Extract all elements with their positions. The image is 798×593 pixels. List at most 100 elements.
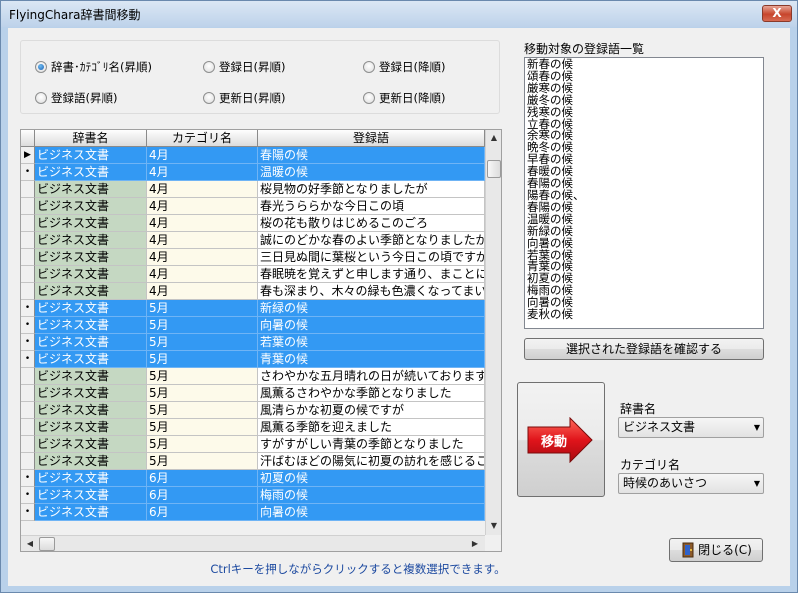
row-indicator[interactable]: [21, 283, 35, 300]
row-indicator[interactable]: [21, 453, 35, 470]
cell-category: 5月: [147, 351, 258, 368]
table-row[interactable]: ビジネス文書 5月 風清らかな初夏の候ですが: [21, 402, 485, 419]
vertical-scroll-thumb[interactable]: [487, 160, 501, 178]
cell-word: 梅雨の候: [258, 487, 485, 504]
row-indicator[interactable]: •: [21, 317, 35, 334]
sort-radio-update-asc[interactable]: 更新日(昇順): [203, 90, 285, 106]
table-row[interactable]: ビジネス文書 4月 春眠暁を覚えずと申します通り、まことに: [21, 266, 485, 283]
grid-horizontal-scrollbar[interactable]: ◀ ▶: [21, 535, 485, 551]
scroll-right-icon[interactable]: ▶: [467, 536, 483, 551]
table-row[interactable]: ビジネス文書 4月 誠にのどかな春のよい季節となりましたが: [21, 232, 485, 249]
app-window: FlyingChara辞書間移動 X 辞書･ｶﾃｺﾞﾘ名(昇順) 登録日(昇順)…: [0, 0, 798, 593]
scroll-corner: [485, 535, 501, 551]
table-row[interactable]: • ビジネス文書 6月 初夏の候: [21, 470, 485, 487]
cell-category: 4月: [147, 249, 258, 266]
row-indicator[interactable]: •: [21, 351, 35, 368]
cell-word: すがすがしい青葉の季節となりました: [258, 436, 485, 453]
table-row[interactable]: ビジネス文書 4月 桜の花も散りはじめるこのごろ: [21, 215, 485, 232]
title-bar[interactable]: FlyingChara辞書間移動 X: [1, 1, 797, 27]
table-row[interactable]: • ビジネス文書 5月 若葉の候: [21, 334, 485, 351]
cell-category: 4月: [147, 266, 258, 283]
table-row[interactable]: • ビジネス文書 6月 向暑の候: [21, 504, 485, 521]
cell-word: 桜の花も散りはじめるこのごろ: [258, 215, 485, 232]
multi-select-hint: Ctrlキーを押しながらクリックすると複数選択できます。: [210, 562, 506, 576]
table-row[interactable]: ビジネス文書 5月 汗ばむほどの陽気に初夏の訪れを感じるこ: [21, 453, 485, 470]
cell-dict-name: ビジネス文書: [35, 181, 147, 198]
grid-body: ▶ ビジネス文書 4月 春陽の候 • ビジネス文書 4月 温暖の候 ビジネス文書 4月 桜見物の好季…: [21, 147, 485, 521]
dest-dict-select[interactable]: ビジネス文書 ▼: [618, 417, 764, 438]
row-indicator[interactable]: •: [21, 487, 35, 504]
chevron-down-icon: ▼: [753, 479, 760, 488]
table-row[interactable]: ビジネス文書 5月 風薫る季節を迎えました: [21, 419, 485, 436]
scroll-left-icon[interactable]: ◀: [22, 536, 38, 551]
row-indicator[interactable]: •: [21, 334, 35, 351]
table-row[interactable]: • ビジネス文書 5月 向暑の候: [21, 317, 485, 334]
sort-radio-regdate-asc[interactable]: 登録日(昇順): [203, 59, 285, 75]
move-button[interactable]: 移動: [517, 382, 605, 497]
table-row[interactable]: ビジネス文書 4月 春光うららかな今日この頃: [21, 198, 485, 215]
table-row[interactable]: ビジネス文書 5月 さわやかな五月晴れの日が続いておりますが: [21, 368, 485, 385]
table-row[interactable]: ビジネス文書 5月 風薫るさわやかな季節となりました: [21, 385, 485, 402]
cell-category: 6月: [147, 487, 258, 504]
table-row[interactable]: • ビジネス文書 5月 新緑の候: [21, 300, 485, 317]
cell-word: 誠にのどかな春のよい季節となりましたが: [258, 232, 485, 249]
table-row[interactable]: • ビジネス文書 6月 梅雨の候: [21, 487, 485, 504]
header-word[interactable]: 登録語: [258, 130, 485, 147]
horizontal-scroll-thumb[interactable]: [39, 537, 55, 551]
table-row[interactable]: • ビジネス文書 5月 青葉の候: [21, 351, 485, 368]
sort-radio-regdate-desc[interactable]: 登録日(降順): [363, 59, 445, 75]
dest-dict-label: 辞書名: [620, 402, 657, 416]
row-indicator[interactable]: [21, 402, 35, 419]
confirm-selected-button[interactable]: 選択された登録語を確認する: [524, 338, 764, 360]
grid-vertical-scrollbar[interactable]: ▲ ▼: [485, 130, 501, 535]
word-grid[interactable]: 辞書名 カテゴリ名 登録語 ▶ ビジネス文書 4月 春陽の候 • ビジネス文書 4月 温暖の候…: [20, 129, 502, 552]
cell-category: 6月: [147, 470, 258, 487]
table-row[interactable]: ビジネス文書 5月 すがすがしい青葉の季節となりました: [21, 436, 485, 453]
row-indicator[interactable]: [21, 198, 35, 215]
row-indicator[interactable]: •: [21, 300, 35, 317]
dest-category-select[interactable]: 時候のあいさつ ▼: [618, 473, 764, 494]
header-dict-name[interactable]: 辞書名: [35, 130, 147, 147]
row-indicator[interactable]: [21, 436, 35, 453]
row-indicator[interactable]: [21, 215, 35, 232]
row-indicator[interactable]: [21, 232, 35, 249]
row-indicator[interactable]: •: [21, 164, 35, 181]
header-category-name[interactable]: カテゴリ名: [147, 130, 258, 147]
cell-category: 5月: [147, 300, 258, 317]
row-indicator[interactable]: [21, 419, 35, 436]
cell-word: 向暑の候: [258, 317, 485, 334]
scroll-up-icon[interactable]: ▲: [486, 130, 501, 146]
row-indicator[interactable]: [21, 385, 35, 402]
row-indicator[interactable]: [21, 181, 35, 198]
sort-radio-dict-category-asc[interactable]: 辞書･ｶﾃｺﾞﾘ名(昇順): [35, 59, 152, 75]
table-row[interactable]: ビジネス文書 4月 三日見ぬ間に葉桜という今日この頃ですが: [21, 249, 485, 266]
row-indicator[interactable]: ▶: [21, 147, 35, 164]
cell-category: 4月: [147, 215, 258, 232]
row-indicator[interactable]: •: [21, 504, 35, 521]
chevron-down-icon: ▼: [753, 423, 760, 432]
radio-label: 更新日(昇順): [219, 91, 286, 105]
row-indicator[interactable]: [21, 249, 35, 266]
sort-radio-word-asc[interactable]: 登録語(昇順): [35, 90, 117, 106]
cell-dict-name: ビジネス文書: [35, 266, 147, 283]
cell-word: 若葉の候: [258, 334, 485, 351]
exit-door-icon: [682, 542, 694, 558]
cell-word: 春陽の候: [258, 147, 485, 164]
sort-radio-update-desc[interactable]: 更新日(降順): [363, 90, 445, 106]
radio-icon: [203, 92, 215, 104]
window-close-button[interactable]: X: [762, 5, 792, 22]
table-row[interactable]: ビジネス文書 4月 桜見物の好季節となりましたが: [21, 181, 485, 198]
list-item[interactable]: 麦秋の候: [527, 308, 761, 321]
row-indicator[interactable]: [21, 266, 35, 283]
scroll-down-icon[interactable]: ▼: [486, 518, 501, 534]
close-button[interactable]: 閉じる(C): [669, 538, 763, 562]
row-indicator[interactable]: [21, 368, 35, 385]
table-row[interactable]: ビジネス文書 4月 春も深まり、木々の緑も色濃くなってまいり: [21, 283, 485, 300]
table-row[interactable]: • ビジネス文書 4月 温暖の候: [21, 164, 485, 181]
target-word-list[interactable]: 新春の候 頌春の候 厳寒の候 厳冬の候 残寒の候 立春の候 余寒の候 晩冬の候 早春の候 春暖の候…: [524, 57, 764, 329]
cell-word: 向暑の候: [258, 504, 485, 521]
window-title: FlyingChara辞書間移動: [9, 8, 141, 22]
table-row[interactable]: ▶ ビジネス文書 4月 春陽の候: [21, 147, 485, 164]
cell-dict-name: ビジネス文書: [35, 249, 147, 266]
row-indicator[interactable]: •: [21, 470, 35, 487]
